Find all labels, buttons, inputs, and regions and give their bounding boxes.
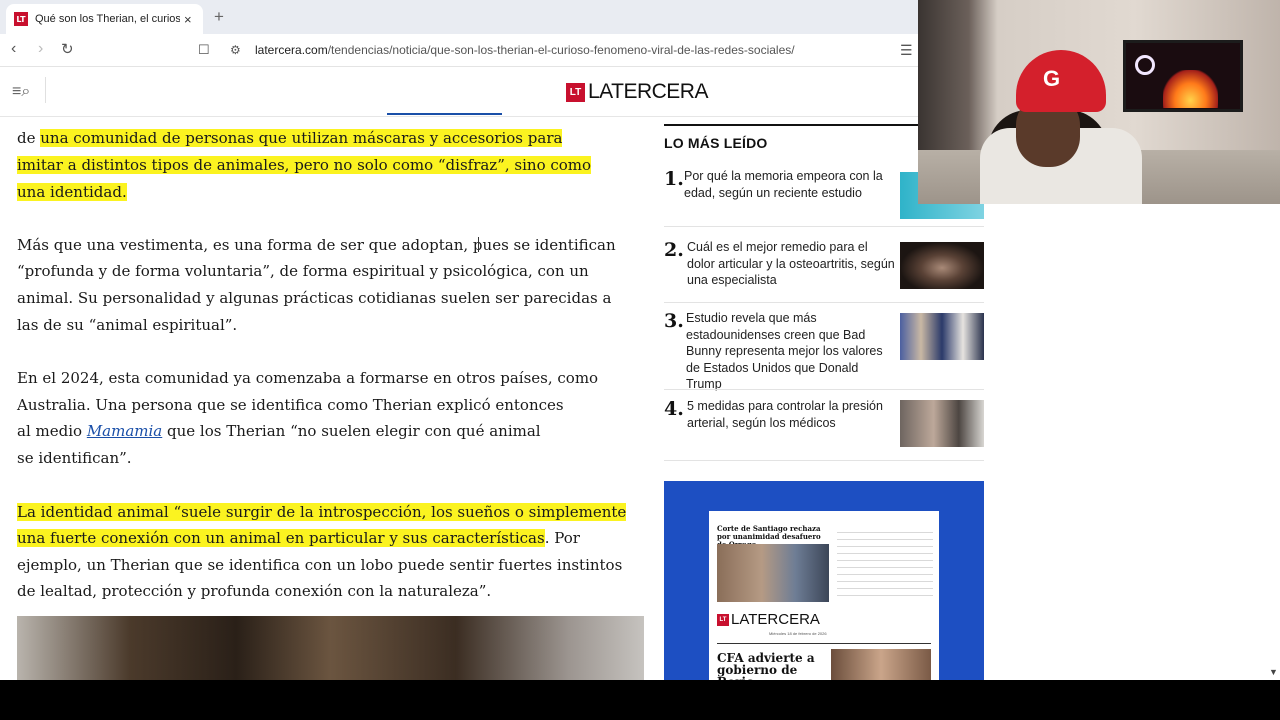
- article-line: al medio Mamamia que los Therian “no sue…: [17, 422, 541, 440]
- item-number: 1.: [664, 168, 684, 190]
- item-number: 3.: [664, 310, 684, 332]
- item-headline[interactable]: Por qué la memoria empeora con la edad, …: [684, 168, 894, 201]
- browser-tab[interactable]: LT Qué son los Therian, el curioso fenóm…: [6, 4, 203, 34]
- highlighted-text: una identidad.: [17, 183, 127, 201]
- site-favicon-icon: LT: [14, 12, 28, 26]
- bookmark-icon[interactable]: ☐: [198, 42, 210, 58]
- article-line: animal. Su personalidad y algunas prácti…: [17, 289, 612, 307]
- article-line: Australia. Una persona que se identifica…: [17, 396, 564, 414]
- header-divider: [45, 77, 46, 103]
- url-domain: latercera.com: [255, 43, 328, 57]
- site-info-icon[interactable]: ⚙: [230, 43, 241, 57]
- item-headline[interactable]: Cuál es el mejor remedio para el dolor a…: [687, 239, 897, 289]
- highlighted-text: una comunidad de personas que utilizan m…: [40, 129, 563, 147]
- newspaper-cover: Corte de Santiago rechaza por unanimidad…: [709, 511, 939, 680]
- scroll-down-arrow-icon[interactable]: ▼: [1269, 667, 1278, 677]
- highlighted-text: una fuerte conexión con un animal en par…: [17, 529, 545, 547]
- cover-photo-2: [831, 649, 931, 680]
- item-headline[interactable]: 5 medidas para controlar la presión arte…: [687, 398, 897, 431]
- cover-sidebar: [837, 526, 933, 600]
- newspaper-ad[interactable]: Corte de Santiago rechaza por unanimidad…: [664, 481, 984, 680]
- highlighted-text: imitar a distintos tipos de animales, pe…: [17, 156, 592, 174]
- article-line: una identidad.: [17, 180, 127, 204]
- menu-search-icon[interactable]: ≡⌕: [12, 83, 30, 101]
- article-line: La identidad animal “suele surgir de la …: [17, 500, 627, 524]
- site-header: ≡⌕ LT LATERCERA: [0, 67, 918, 117]
- article-line: “profunda y de forma voluntaria”, de for…: [17, 262, 589, 280]
- text-cursor: [478, 237, 479, 252]
- browser-toolbar: ‹ › ↻ ☐ ⚙ latercera.com/tendencias/notic…: [0, 34, 918, 67]
- article-line: se identifican”.: [17, 449, 132, 467]
- cap-logo: G: [1043, 66, 1061, 91]
- url-path: /tendencias/noticia/que-son-los-therian-…: [327, 43, 795, 57]
- back-icon[interactable]: ‹: [11, 40, 16, 58]
- cropped-link-underline: [387, 111, 502, 115]
- article-photo: [17, 616, 644, 680]
- cover-main-headline: CFA advierte a gobierno de Boric: [717, 651, 815, 680]
- article-line: imitar a distintos tipos de animales, pe…: [17, 153, 592, 177]
- webcam-overlay: G: [918, 0, 1280, 204]
- cover-date: Miércoles 18 de febrero de 2026: [769, 631, 827, 636]
- item-thumbnail[interactable]: [900, 242, 984, 289]
- close-tab-icon[interactable]: ×: [184, 12, 192, 27]
- article-line: de lealtad, protección y profunda conexi…: [17, 582, 492, 600]
- item-number: 4.: [664, 398, 684, 420]
- mamamia-link[interactable]: Mamamia: [87, 422, 162, 440]
- site-logo[interactable]: LT LATERCERA: [566, 80, 708, 104]
- article-line: Más que una vestimenta, es una forma de …: [17, 236, 616, 254]
- item-thumbnail[interactable]: [900, 313, 984, 360]
- item-thumbnail[interactable]: [900, 400, 984, 447]
- sidebar-top-rule: [664, 124, 918, 126]
- reload-icon[interactable]: ↻: [61, 40, 74, 58]
- logo-box: LT: [566, 82, 585, 102]
- article-line: En el 2024, esta comunidad ya comenzaba …: [17, 369, 599, 387]
- item-headline[interactable]: Estudio revela que más estadounidenses c…: [686, 310, 896, 393]
- item-divider: [664, 302, 984, 303]
- item-number: 2.: [664, 239, 684, 261]
- new-tab-button[interactable]: +: [214, 7, 224, 27]
- cover-photo: [717, 544, 829, 602]
- tab-title: Qué son los Therian, el curioso fenómeno…: [35, 13, 180, 25]
- item-divider: [664, 460, 984, 461]
- cover-rule: [717, 643, 931, 644]
- cover-logo: LT LATERCERA: [717, 611, 820, 628]
- highlighted-text: La identidad animal “suele surgir de la …: [17, 503, 627, 521]
- logo-text: LATERCERA: [588, 80, 708, 103]
- article-line: ejemplo, un Therian que se identifica co…: [17, 556, 623, 574]
- screen: LT Qué son los Therian, el curioso fenóm…: [0, 0, 1280, 680]
- sidebar-title: LO MÁS LEÍDO: [664, 135, 768, 151]
- forward-icon[interactable]: ›: [38, 40, 43, 58]
- reader-mode-icon[interactable]: ☰: [900, 42, 913, 59]
- item-divider: [664, 389, 984, 390]
- item-divider: [664, 226, 984, 227]
- article-line: de una comunidad de personas que utiliza…: [17, 129, 563, 147]
- address-bar[interactable]: latercera.com/tendencias/noticia/que-son…: [255, 43, 795, 57]
- tv-logo-glow: [1135, 55, 1155, 75]
- article-line: las de su “animal espiritual”.: [17, 316, 238, 334]
- article-line: una fuerte conexión con un animal en par…: [17, 529, 580, 547]
- letterbox-bar: [0, 680, 1280, 720]
- tab-strip: LT Qué son los Therian, el curioso fenóm…: [0, 0, 918, 34]
- tv-fireplace: [1163, 70, 1218, 108]
